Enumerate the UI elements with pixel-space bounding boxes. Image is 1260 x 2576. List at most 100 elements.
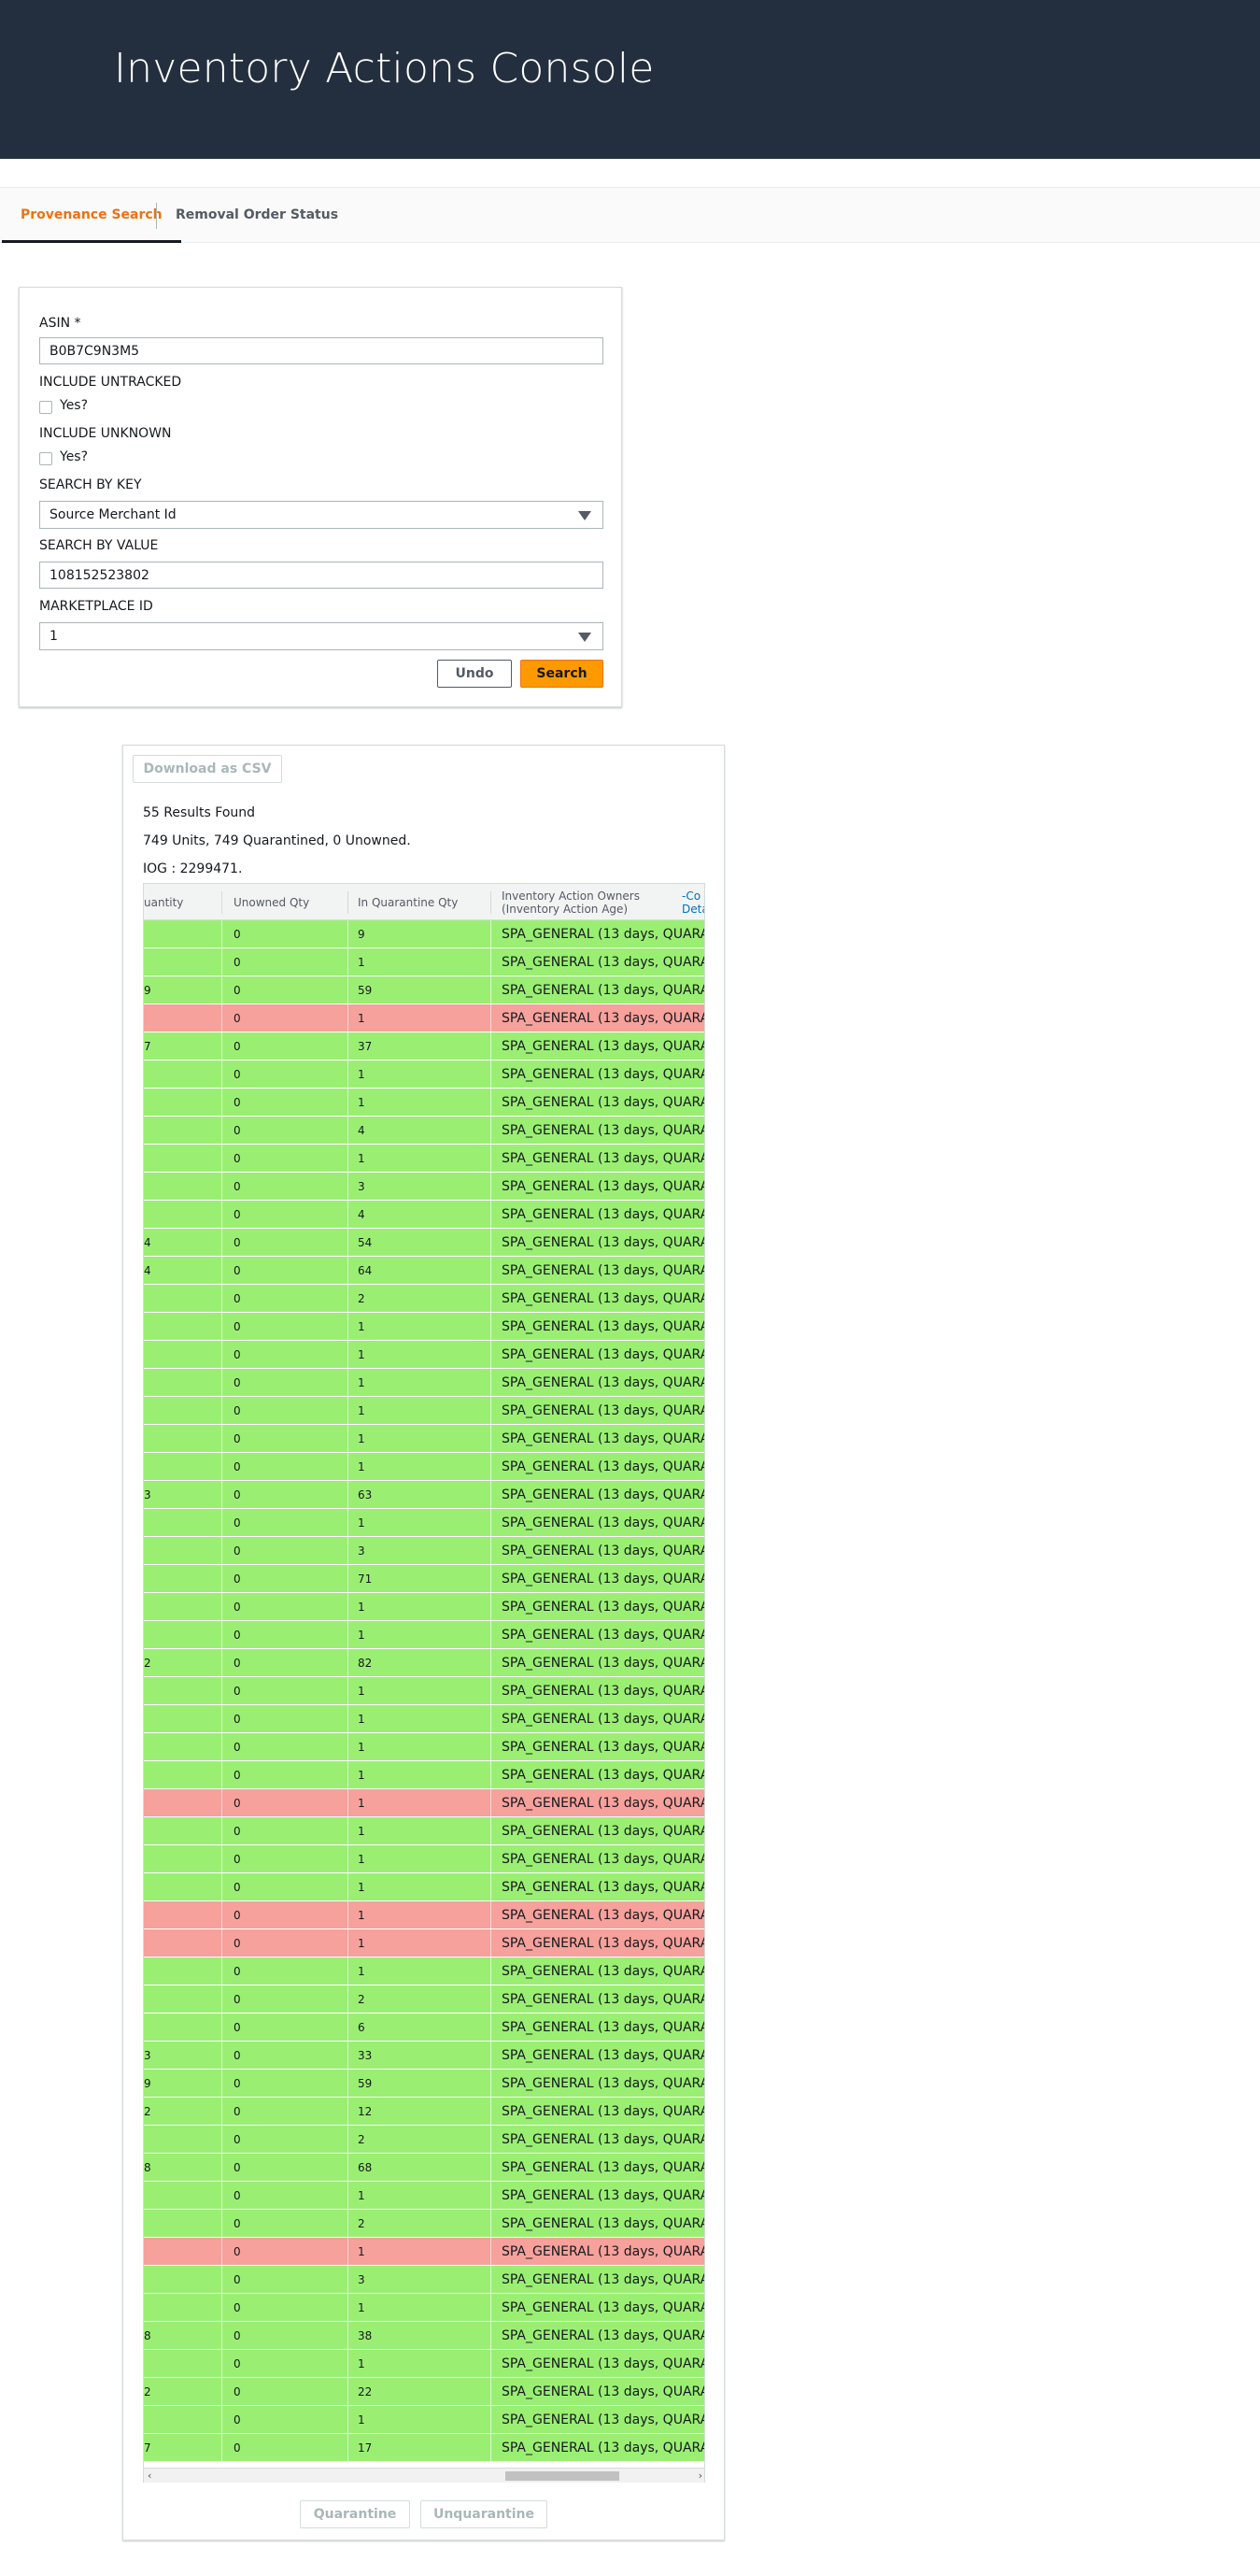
cell-inventory-action-owners: SPA_GENERAL (13 days, QUARANTI [502, 1768, 704, 1783]
table-row[interactable]: 0 1 SPA_GENERAL (13 days, QUARANTI [144, 1957, 704, 1985]
table-row[interactable]: 0 1 SPA_GENERAL (13 days, QUARANTI [144, 1453, 704, 1481]
table-row[interactable]: 3 0 33 SPA_GENERAL (13 days, QUARANTI [144, 2042, 704, 2070]
table-row[interactable]: 0 4 SPA_GENERAL (13 days, QUARANTI [144, 1201, 704, 1229]
cell-separator [347, 1705, 348, 1733]
cell-unowned-qty: 0 [234, 2357, 241, 2370]
table-row[interactable]: 2 0 22 SPA_GENERAL (13 days, QUARANTI [144, 2378, 704, 2406]
table-row[interactable]: 0 1 SPA_GENERAL (13 days, QUARANTI [144, 1089, 704, 1117]
table-row[interactable]: 2 0 82 SPA_GENERAL (13 days, QUARANTI [144, 1649, 704, 1677]
scroll-left-icon[interactable]: ‹ [148, 2469, 151, 2482]
cell-unowned-qty: 0 [234, 1993, 241, 2006]
table-row[interactable]: 0 1 SPA_GENERAL (13 days, QUARANTI [144, 1761, 704, 1789]
table-row[interactable]: 2 0 12 SPA_GENERAL (13 days, QUARANTI [144, 2098, 704, 2126]
table-row[interactable]: 0 1 SPA_GENERAL (13 days, QUARANTI [144, 1901, 704, 1929]
table-row[interactable]: 0 2 SPA_GENERAL (13 days, QUARANTI [144, 2126, 704, 2154]
table-header: uantity Unowned Qty In Quarantine Qty In… [144, 883, 704, 921]
table-row[interactable]: 0 3 SPA_GENERAL (13 days, QUARANTI [144, 1537, 704, 1565]
cell-unowned-qty: 0 [234, 2021, 241, 2034]
table-row[interactable]: 9 0 59 SPA_GENERAL (13 days, QUARANTI [144, 2070, 704, 2098]
cell-separator [221, 1117, 222, 1145]
table-row[interactable]: 0 1 SPA_GENERAL (13 days, QUARANTI [144, 2182, 704, 2210]
col-details-link[interactable]: -Co Deta [682, 884, 704, 921]
table-row[interactable]: 0 1 SPA_GENERAL (13 days, QUARANTI [144, 1060, 704, 1089]
table-row[interactable]: 7 0 37 SPA_GENERAL (13 days, QUARANTI [144, 1032, 704, 1060]
cell-inventory-action-owners: SPA_GENERAL (13 days, QUARANTI [502, 1964, 704, 1979]
search-button[interactable]: Search [520, 660, 603, 688]
cell-unowned-qty: 0 [234, 1096, 241, 1109]
table-row[interactable]: 0 1 SPA_GENERAL (13 days, QUARANTI [144, 1621, 704, 1649]
unquarantine-button[interactable]: Unquarantine [420, 2500, 547, 2528]
cell-in-quarantine-qty: 1 [358, 2245, 365, 2258]
cell-in-quarantine-qty: 82 [358, 1657, 373, 1670]
marketplace-id-select[interactable]: 1 [39, 622, 603, 650]
cell-separator [221, 948, 222, 976]
table-row[interactable]: 0 2 SPA_GENERAL (13 days, QUARANTI [144, 1985, 704, 2014]
table-row[interactable]: 0 1 SPA_GENERAL (13 days, QUARANTI [144, 1509, 704, 1537]
table-row[interactable]: 4 0 64 SPA_GENERAL (13 days, QUARANTI [144, 1257, 704, 1285]
table-row[interactable]: 0 1 SPA_GENERAL (13 days, QUARANTI [144, 1369, 704, 1397]
col-quantity[interactable]: uantity [144, 884, 220, 921]
table-row[interactable]: 4 0 54 SPA_GENERAL (13 days, QUARANTI [144, 1229, 704, 1257]
cell-inventory-action-owners: SPA_GENERAL (13 days, QUARANTI [502, 2441, 704, 2455]
table-row[interactable]: 0 1 SPA_GENERAL (13 days, QUARANTI [144, 1425, 704, 1453]
col-inventory-action-owners[interactable]: Inventory Action Owners (Inventory Actio… [502, 884, 679, 921]
table-row[interactable]: 0 2 SPA_GENERAL (13 days, QUARANTI [144, 1285, 704, 1313]
table-row[interactable]: 0 4 SPA_GENERAL (13 days, QUARANTI [144, 1117, 704, 1145]
download-csv-button[interactable]: Download as CSV [133, 755, 282, 783]
scrollbar-thumb[interactable] [505, 2471, 619, 2481]
table-row[interactable]: 0 1 SPA_GENERAL (13 days, QUARANTI [144, 948, 704, 976]
table-row[interactable]: 9 0 59 SPA_GENERAL (13 days, QUARANTI [144, 976, 704, 1004]
table-row[interactable]: 0 1 SPA_GENERAL (13 days, QUARANTI [144, 1397, 704, 1425]
table-row[interactable]: 0 1 SPA_GENERAL (13 days, QUARANTI [144, 1929, 704, 1957]
asin-input[interactable] [39, 337, 603, 364]
tab-removal-order-status[interactable]: Removal Order Status [157, 188, 357, 243]
cell-separator [221, 2210, 222, 2238]
cell-separator [490, 2014, 491, 2042]
table-row[interactable]: 8 0 68 SPA_GENERAL (13 days, QUARANTI [144, 2154, 704, 2182]
table-row[interactable]: 8 0 38 SPA_GENERAL (13 days, QUARANTI [144, 2322, 704, 2350]
cell-in-quarantine-qty: 1 [358, 1629, 365, 1642]
cell-inventory-action-owners: SPA_GENERAL (13 days, QUARANTI [502, 1712, 704, 1727]
cell-separator [221, 1649, 222, 1677]
table-row[interactable]: 0 71 SPA_GENERAL (13 days, QUARANTI [144, 1565, 704, 1593]
table-row[interactable]: 0 1 SPA_GENERAL (13 days, QUARANTI [144, 2406, 704, 2434]
cell-separator [347, 1425, 348, 1453]
table-row[interactable]: 0 1 SPA_GENERAL (13 days, QUARANTI [144, 1313, 704, 1341]
table-row[interactable]: 0 1 SPA_GENERAL (13 days, QUARANTI [144, 1789, 704, 1817]
table-row[interactable]: 0 3 SPA_GENERAL (13 days, QUARANTI [144, 2266, 704, 2294]
search-by-key-select[interactable]: Source Merchant Id [39, 501, 603, 529]
cell-separator [221, 1677, 222, 1705]
table-row[interactable]: 0 2 SPA_GENERAL (13 days, QUARANTI [144, 2210, 704, 2238]
table-row[interactable]: 0 9 SPA_GENERAL (13 days, QUARANTI [144, 920, 704, 948]
table-row[interactable]: 0 1 SPA_GENERAL (13 days, QUARANTI [144, 2294, 704, 2322]
table-row[interactable]: 0 1 SPA_GENERAL (13 days, QUARANTI [144, 1733, 704, 1761]
tab-provenance-search[interactable]: Provenance Search [2, 188, 181, 243]
table-row[interactable]: 0 1 SPA_GENERAL (13 days, QUARANTI [144, 1341, 704, 1369]
table-row[interactable]: 0 1 SPA_GENERAL (13 days, QUARANTI [144, 1817, 704, 1845]
col-in-quarantine-qty[interactable]: In Quarantine Qty [358, 884, 488, 921]
cell-in-quarantine-qty: 3 [358, 1180, 365, 1193]
quarantine-button[interactable]: Quarantine [300, 2500, 410, 2528]
table-row[interactable]: 0 1 SPA_GENERAL (13 days, QUARANTI [144, 1705, 704, 1733]
table-row[interactable]: 0 6 SPA_GENERAL (13 days, QUARANTI [144, 2014, 704, 2042]
search-by-value-input[interactable] [39, 562, 603, 589]
table-row[interactable]: 0 3 SPA_GENERAL (13 days, QUARANTI [144, 1173, 704, 1201]
table-row[interactable]: 0 1 SPA_GENERAL (13 days, QUARANTI [144, 1873, 704, 1901]
include-unknown-checkbox[interactable] [39, 452, 52, 465]
scroll-right-icon[interactable]: › [699, 2469, 702, 2482]
horizontal-scrollbar[interactable]: ‹ › [144, 2468, 704, 2483]
table-row[interactable]: 0 1 SPA_GENERAL (13 days, QUARANTI [144, 1677, 704, 1705]
table-row[interactable]: 3 0 63 SPA_GENERAL (13 days, QUARANTI [144, 1481, 704, 1509]
table-row[interactable]: 0 1 SPA_GENERAL (13 days, QUARANTI [144, 1593, 704, 1621]
table-row[interactable]: 7 0 17 SPA_GENERAL (13 days, QUARANTI [144, 2434, 704, 2462]
col-unowned-qty[interactable]: Unowned Qty [234, 884, 346, 921]
table-row[interactable]: 0 1 SPA_GENERAL (13 days, QUARANTI [144, 1845, 704, 1873]
table-row[interactable]: 0 1 SPA_GENERAL (13 days, QUARANTI [144, 1004, 704, 1032]
cell-separator [490, 2098, 491, 2126]
table-row[interactable]: 0 1 SPA_GENERAL (13 days, QUARANTI [144, 1145, 704, 1173]
table-row[interactable]: 0 1 SPA_GENERAL (13 days, QUARANTI [144, 2238, 704, 2266]
undo-button[interactable]: Undo [437, 660, 512, 688]
cell-inventory-action-owners: SPA_GENERAL (13 days, QUARANTI [502, 2272, 704, 2287]
include-untracked-checkbox[interactable] [39, 401, 52, 414]
table-row[interactable]: 0 1 SPA_GENERAL (13 days, QUARANTI [144, 2350, 704, 2378]
